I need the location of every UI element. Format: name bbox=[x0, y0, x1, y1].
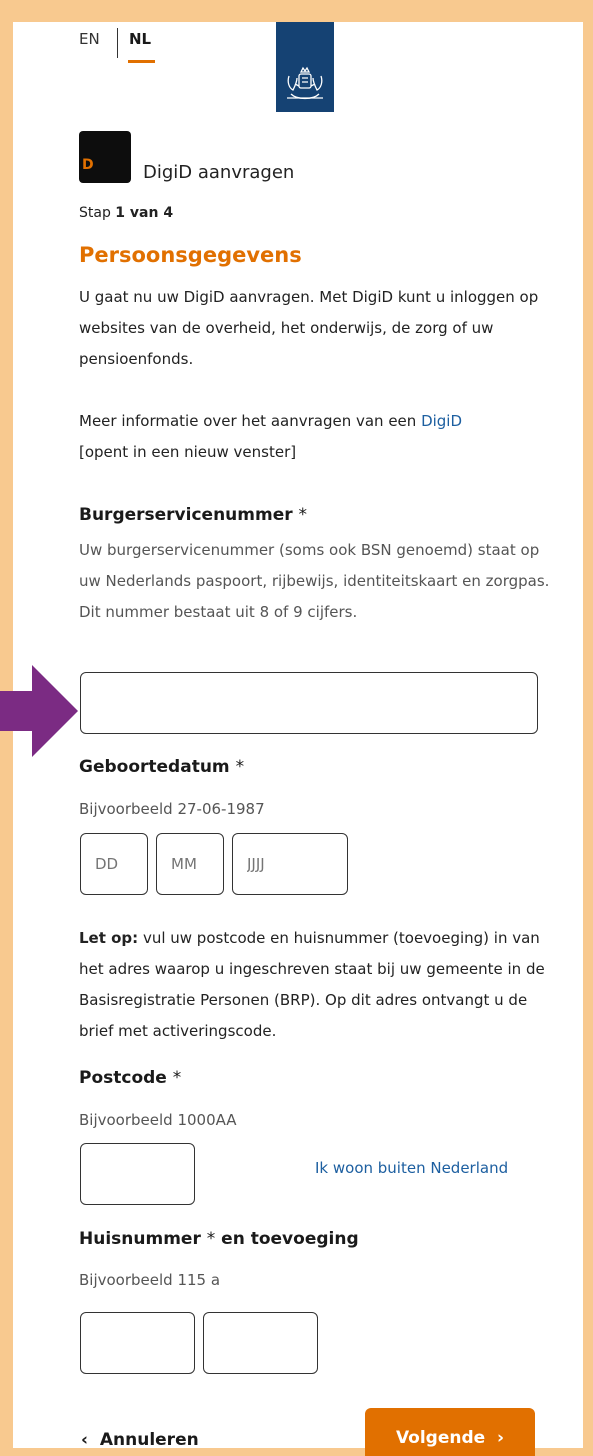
intro-text: U gaat nu uw DigiD aanvragen. Met DigiD … bbox=[79, 288, 539, 368]
rijksoverheid-logo bbox=[276, 22, 334, 112]
coat-of-arms-icon bbox=[287, 66, 323, 100]
postcode-hint: Bijvoorbeeld 1000AA bbox=[79, 1111, 237, 1129]
birthdate-month-input[interactable] bbox=[156, 833, 224, 895]
step-prefix: Stap bbox=[79, 205, 116, 221]
step-indicator: Stap 1 van 4 bbox=[79, 205, 173, 221]
step-value: 1 van 4 bbox=[115, 205, 174, 221]
addition-input[interactable] bbox=[203, 1312, 318, 1374]
birthdate-day-input[interactable] bbox=[80, 833, 148, 895]
language-nl-link[interactable]: NL bbox=[129, 30, 151, 48]
cancel-button[interactable]: ‹ Annuleren bbox=[81, 1430, 199, 1450]
bsn-required-mark: * bbox=[298, 505, 308, 525]
notice-bold: Let op: bbox=[79, 929, 139, 947]
housenumber-label-text: Huisnummer bbox=[79, 1229, 201, 1249]
address-notice: Let op: vul uw postcode en huisnummer (t… bbox=[79, 923, 559, 1047]
form-panel: EN NL Digi D DigiD aanvragen Stap 1 van 4… bbox=[13, 22, 583, 1456]
birthdate-label: Geboortedatum * bbox=[79, 757, 244, 777]
digid-logo-text-a: Digi bbox=[85, 183, 115, 199]
language-divider bbox=[117, 28, 118, 58]
page-title: Persoonsgegevens bbox=[79, 243, 302, 267]
bsn-label-text: Burgerservicenummer bbox=[79, 505, 293, 525]
new-window-note: [opent in een nieuw venster] bbox=[79, 443, 297, 461]
postcode-label-text: Postcode bbox=[79, 1068, 167, 1088]
housenumber-label: Huisnummer * en toevoeging bbox=[79, 1229, 359, 1249]
postcode-required-mark: * bbox=[172, 1068, 182, 1088]
chevron-right-icon: › bbox=[497, 1428, 505, 1448]
cancel-label: Annuleren bbox=[99, 1430, 199, 1450]
digid-info-link[interactable]: DigiD bbox=[421, 412, 462, 430]
housenumber-label-suffix: en toevoeging bbox=[221, 1229, 359, 1249]
birthdate-year-input[interactable] bbox=[232, 833, 348, 895]
language-active-indicator bbox=[128, 60, 155, 63]
birthdate-hint: Bijvoorbeeld 27-06-1987 bbox=[79, 800, 265, 818]
birthdate-required-mark: * bbox=[235, 757, 245, 777]
postcode-label: Postcode * bbox=[79, 1068, 181, 1088]
postcode-input[interactable] bbox=[80, 1143, 195, 1205]
digid-logo: Digi D bbox=[79, 131, 131, 199]
bsn-hint: Uw burgerservicenummer (soms ook BSN gen… bbox=[79, 541, 550, 621]
pointer-arrow-icon bbox=[0, 665, 78, 757]
birthdate-label-text: Geboortedatum bbox=[79, 757, 230, 777]
more-info-prefix: Meer informatie over het aanvragen van e… bbox=[79, 412, 422, 430]
bsn-label: Burgerservicenummer * bbox=[79, 505, 307, 525]
next-label: Volgende bbox=[395, 1428, 486, 1448]
bsn-input[interactable] bbox=[80, 672, 538, 734]
digid-logo-text-b: D bbox=[82, 157, 94, 173]
digid-title: DigiD aanvragen bbox=[143, 162, 295, 183]
housenumber-hint: Bijvoorbeeld 115 a bbox=[79, 1271, 221, 1289]
language-en-link[interactable]: EN bbox=[79, 30, 100, 48]
abroad-link[interactable]: Ik woon buiten Nederland bbox=[315, 1159, 508, 1177]
next-button[interactable]: Volgende › bbox=[365, 1408, 535, 1456]
more-info-text: Meer informatie over het aanvragen van e… bbox=[79, 406, 559, 468]
housenumber-input[interactable] bbox=[80, 1312, 195, 1374]
notice-text: vul uw postcode en huisnummer (toevoegin… bbox=[79, 929, 545, 1040]
chevron-left-icon: ‹ bbox=[81, 1430, 89, 1450]
housenumber-required-mark: * bbox=[206, 1229, 216, 1249]
